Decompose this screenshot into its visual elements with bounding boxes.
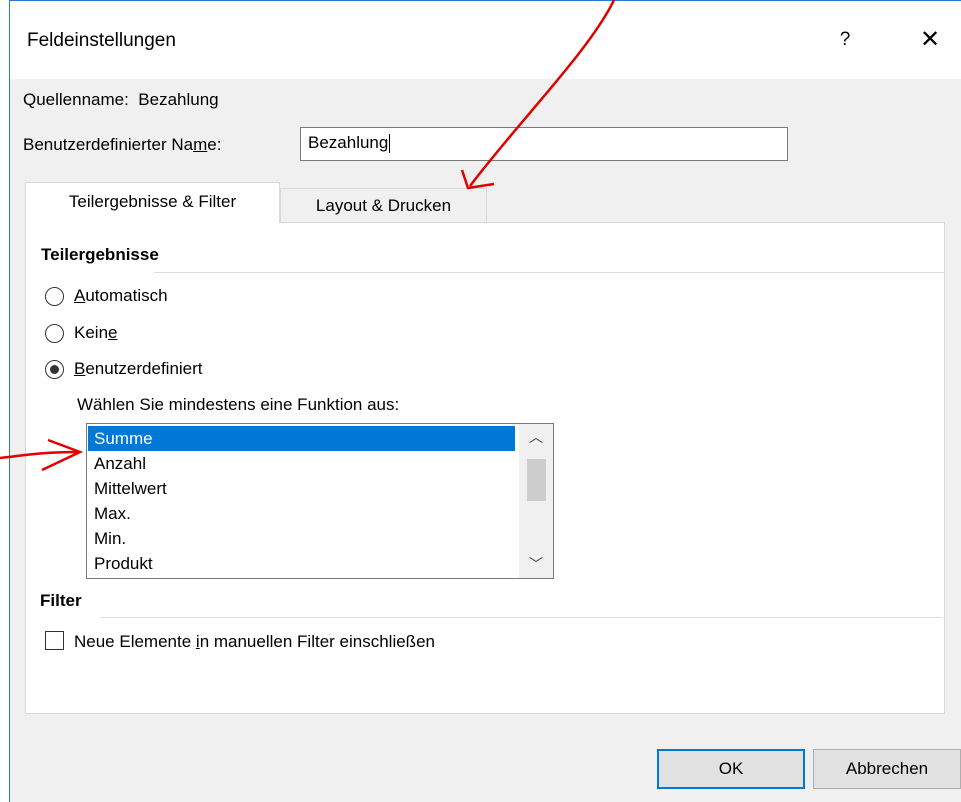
help-button[interactable]: ? bbox=[835, 29, 855, 51]
ok-button[interactable]: OK bbox=[657, 749, 805, 789]
radio-custom[interactable] bbox=[45, 360, 64, 379]
scroll-down-icon[interactable]: ﹀ bbox=[529, 554, 543, 574]
custom-name-label: Benutzerdefinierter Name: bbox=[23, 135, 221, 155]
list-item[interactable]: Summe bbox=[88, 426, 515, 451]
custom-name-label-part: Benutzerdefinierter Na bbox=[23, 135, 194, 154]
functions-label: Wählen Sie mindestens eine Funktion aus: bbox=[77, 395, 400, 414]
functions-listbox[interactable]: Summe Anzahl Mittelwert Max. Min. Produk… bbox=[86, 423, 554, 579]
source-name-value: Bezahlung bbox=[138, 90, 219, 109]
cancel-button[interactable]: Abbrechen bbox=[813, 749, 961, 789]
radio-none[interactable] bbox=[45, 324, 64, 343]
source-name-label: Quellenname: Bezahlung bbox=[23, 90, 219, 110]
list-item[interactable]: Max. bbox=[88, 501, 515, 526]
scroll-up-icon[interactable]: ︿ bbox=[529, 427, 543, 447]
radio-automatic-label[interactable]: Automatisch bbox=[74, 286, 168, 306]
include-new-items-text: Neue Elemente bbox=[74, 632, 196, 651]
scrollbar-thumb[interactable] bbox=[527, 459, 546, 501]
source-name-caption: Quellenname: bbox=[23, 90, 129, 109]
radio-none-text: Kein bbox=[74, 323, 109, 342]
include-new-items-checkbox[interactable] bbox=[45, 631, 64, 650]
include-new-items-text-end: n manuellen Filter einschließen bbox=[199, 632, 435, 651]
filter-divider bbox=[100, 617, 943, 618]
radio-selected-dot bbox=[50, 365, 59, 374]
radio-automatic-text: utomatisch bbox=[85, 286, 168, 305]
tab-subtotals-filter[interactable]: Teilergebnisse & Filter bbox=[25, 182, 280, 223]
radio-none-label[interactable]: Keine bbox=[74, 323, 118, 343]
listbox-scrollbar[interactable]: ︿ ﹀ bbox=[519, 424, 553, 578]
radio-automatic-accesskey: A bbox=[74, 286, 86, 305]
title-bar: Feldeinstellungen ? ✕ bbox=[10, 1, 961, 79]
subtotals-heading: Teilergebnisse bbox=[41, 245, 159, 264]
radio-custom-label[interactable]: Benutzerdefiniert bbox=[74, 359, 203, 379]
custom-name-label-end: e: bbox=[207, 135, 222, 154]
radio-automatic[interactable] bbox=[45, 287, 64, 306]
list-item[interactable]: Mittelwert bbox=[88, 476, 515, 501]
custom-name-input[interactable]: Bezahlung bbox=[300, 127, 788, 161]
list-item[interactable]: Anzahl bbox=[88, 451, 515, 476]
list-item[interactable]: Min. bbox=[88, 526, 515, 551]
subtotals-divider bbox=[154, 272, 944, 273]
filter-heading: Filter bbox=[40, 591, 82, 610]
include-new-items-label[interactable]: Neue Elemente in manuellen Filter einsch… bbox=[74, 632, 435, 652]
radio-custom-accesskey: B bbox=[74, 359, 86, 378]
dialog-title: Feldeinstellungen bbox=[27, 30, 176, 51]
custom-name-value: Bezahlung bbox=[308, 133, 389, 152]
text-caret bbox=[389, 134, 391, 154]
list-item[interactable]: Produkt bbox=[88, 551, 515, 576]
radio-none-accesskey: e bbox=[108, 323, 118, 342]
close-icon[interactable]: ✕ bbox=[918, 25, 942, 54]
field-settings-dialog: Feldeinstellungen ? ✕ Quellenname: Bezah… bbox=[9, 0, 961, 802]
radio-custom-text: enutzerdefiniert bbox=[85, 359, 203, 378]
custom-name-label-accesskey: m bbox=[193, 135, 208, 154]
tab-layout-print[interactable]: Layout & Drucken bbox=[280, 188, 487, 223]
